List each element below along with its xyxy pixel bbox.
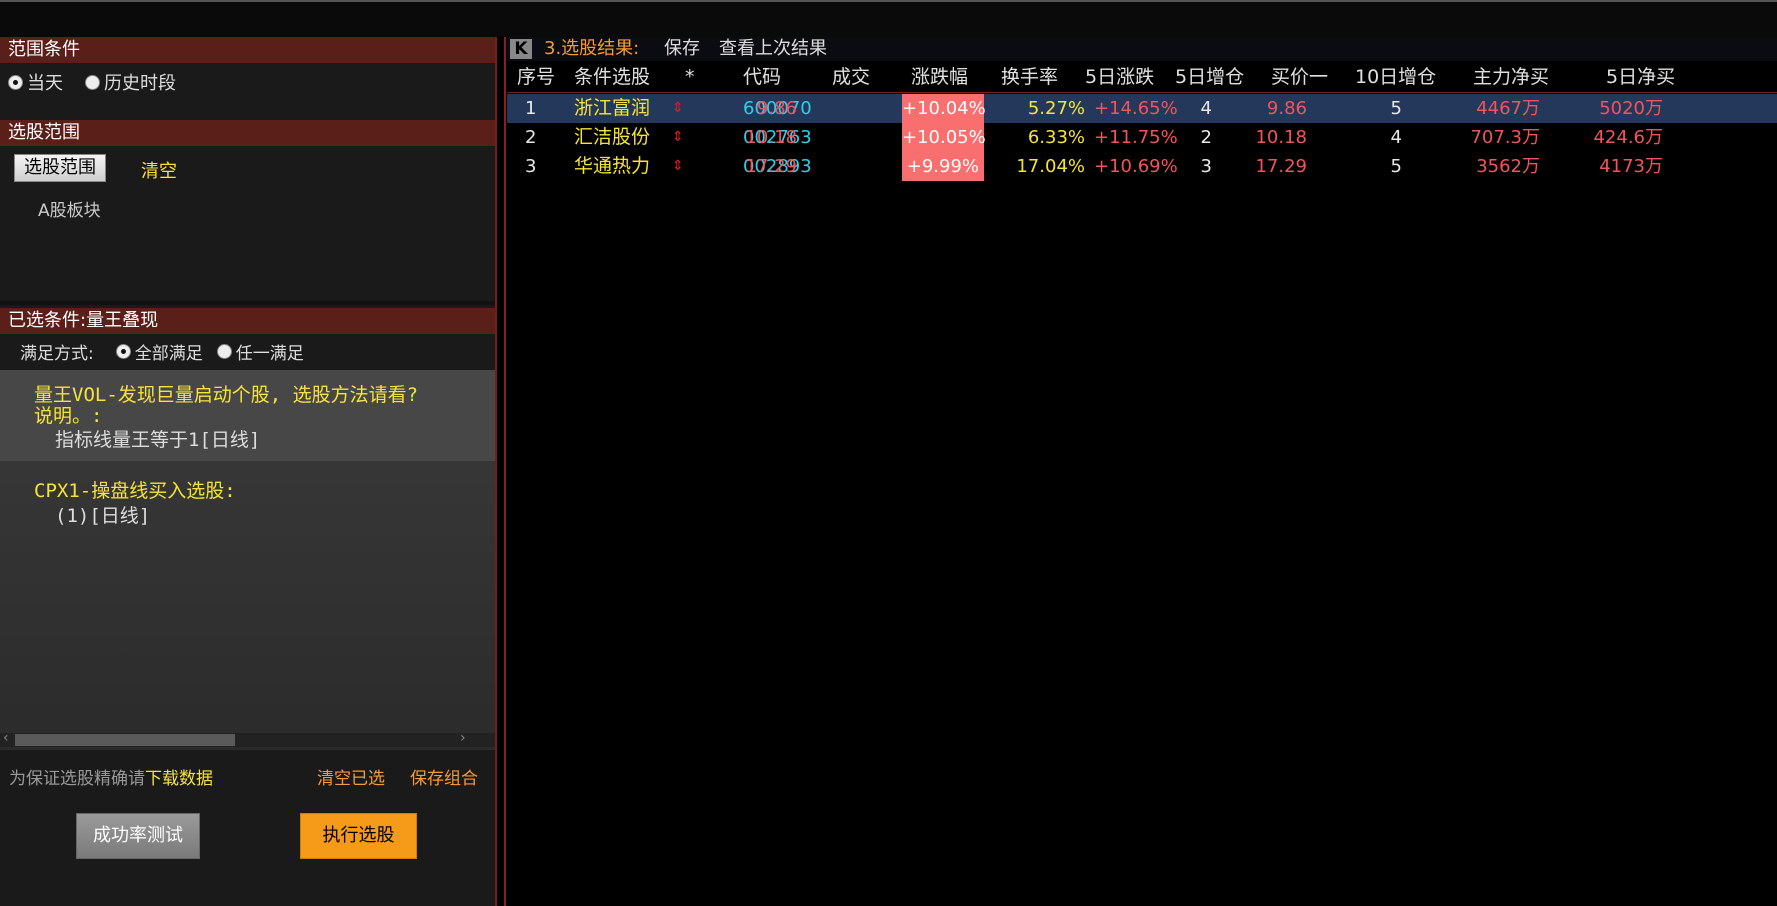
stock-name[interactable]: 华通热力 (574, 152, 650, 181)
col-index[interactable]: 序号 (517, 61, 555, 93)
col-5d-net[interactable]: 5日净买 (1606, 61, 1675, 93)
change-pct: +10.04% (902, 94, 986, 123)
change-pct: +10.05% (902, 123, 986, 152)
net-main: 3562万 (1476, 156, 1540, 177)
col-5d-add[interactable]: 5日增仓 (1175, 61, 1244, 93)
stock-name[interactable]: 浙江富润 (574, 94, 650, 123)
turnover: 5.27% (1027, 98, 1085, 119)
net-main: 4467万 (1476, 98, 1540, 119)
up-down-arrow-icon: ⇕ (672, 158, 684, 174)
add-5d: 2 (1200, 127, 1212, 148)
divider (0, 301, 495, 305)
radio-history[interactable] (85, 74, 100, 90)
col-bid1[interactable]: 买价一 (1271, 61, 1328, 93)
condition-list[interactable]: 量王VOL-发现巨量启动个股, 选股方法请看? 说明。: 指标线量王等于1[日线… (0, 370, 495, 770)
bid1: 17.29 (1255, 156, 1307, 177)
bid1: 10.18 (1255, 127, 1307, 148)
radio-all-label[interactable]: 全部满足 (135, 339, 203, 364)
price: 10.18 (745, 127, 797, 148)
stock-name[interactable]: 汇洁股份 (574, 123, 650, 152)
condition-1-line-3: 指标线量王等于1[日线] (55, 429, 261, 451)
add-10d: 5 (1390, 156, 1402, 177)
range-options: 当天 历史时段 (8, 69, 176, 95)
radio-any-label[interactable]: 任一满足 (236, 339, 304, 364)
row-index: 3 (525, 156, 537, 177)
radio-all[interactable] (115, 343, 131, 359)
price: 17.29 (745, 156, 797, 177)
clear-range-button[interactable]: 清空 (141, 157, 177, 183)
turnover: 6.33% (1027, 127, 1085, 148)
radio-today[interactable] (8, 74, 23, 90)
clear-selected-link[interactable]: 清空已选 (317, 764, 385, 789)
condition-2-line-2: (1)[日线] (55, 505, 151, 527)
col-price[interactable]: 成交 (832, 61, 870, 93)
condition-2-line-1: CPX1-操盘线买入选股: (34, 480, 236, 502)
table-row[interactable]: 2 汇洁股份 ⇕ 002763 10.18 +10.05% 6.33% +11.… (507, 123, 1777, 152)
col-10d-add[interactable]: 10日增仓 (1355, 61, 1436, 93)
col-5d-change[interactable]: 5日涨跌 (1085, 61, 1154, 93)
change-5d: +10.69% (1094, 156, 1178, 177)
panel-splitter[interactable] (495, 37, 507, 906)
table-row[interactable]: 1 浙江富润 ⇕ 600070 9.86 +10.04% 5.27% +14.6… (507, 94, 1777, 123)
scroll-right-icon[interactable]: › (460, 730, 466, 746)
turnover: 17.04% (1016, 156, 1085, 177)
col-code[interactable]: 代码 (743, 61, 781, 93)
left-panel: 范围条件 当天 历史时段 选股范围 选股范围 清空 A股板块 已选条件:量王叠现… (0, 37, 495, 906)
row-index: 1 (525, 98, 537, 119)
top-bar (0, 0, 1777, 37)
bid1: 9.86 (1266, 98, 1307, 119)
add-5d: 3 (1200, 156, 1212, 177)
add-10d: 4 (1390, 127, 1402, 148)
range-condition-title: 范围条件 (0, 37, 495, 63)
change-5d: +14.65% (1094, 98, 1178, 119)
radio-today-label[interactable]: 当天 (27, 69, 63, 95)
condition-1-line-2: 说明。: (34, 405, 103, 427)
results-table-header: 序号 条件选股 * 代码 成交 涨跌幅 换手率 5日涨跌 5日增仓 买价一 10… (507, 61, 1777, 93)
bottom-actions: 为保证选股精确请下载数据 清空已选 保存组合 成功率测试 执行选股 (0, 750, 495, 906)
satisfy-mode-row: 满足方式: 全部满足 任一满足 (20, 338, 304, 364)
view-last-results-button[interactable]: 查看上次结果 (719, 37, 827, 61)
scroll-left-icon[interactable]: ‹ (3, 730, 9, 746)
execute-selection-button[interactable]: 执行选股 (300, 813, 417, 859)
col-star[interactable]: * (685, 61, 695, 93)
change-5d: +11.75% (1094, 127, 1178, 148)
a-share-sector-item[interactable]: A股板块 (38, 196, 101, 221)
add-10d: 5 (1390, 98, 1402, 119)
k-chart-icon[interactable]: K (510, 39, 532, 59)
radio-history-label[interactable]: 历史时段 (104, 69, 176, 95)
net-5d: 4173万 (1599, 156, 1663, 177)
select-range-button[interactable]: 选股范围 (14, 154, 106, 182)
price: 9.86 (756, 98, 797, 119)
add-5d: 4 (1200, 98, 1212, 119)
selected-conditions-title: 已选条件:量王叠现 (0, 308, 495, 334)
col-change-pct[interactable]: 涨跌幅 (911, 61, 968, 93)
stock-range-title: 选股范围 (0, 120, 495, 146)
net-main: 707.3万 (1470, 127, 1540, 148)
results-title: 3.选股结果: (544, 38, 640, 59)
scrollbar-thumb[interactable] (15, 734, 235, 746)
up-down-arrow-icon: ⇕ (672, 100, 684, 116)
table-row[interactable]: 3 华通热力 ⇕ 002893 17.29 +9.99% 17.04% +10.… (507, 152, 1777, 181)
col-turnover[interactable]: 换手率 (1001, 61, 1058, 93)
success-rate-test-button[interactable]: 成功率测试 (76, 813, 200, 859)
change-pct: +9.99% (902, 152, 984, 181)
row-index: 2 (525, 127, 537, 148)
results-toolbar: K 3.选股结果: 保存 查看上次结果 (507, 37, 1777, 61)
download-data-link[interactable]: 下载数据 (145, 769, 213, 789)
up-down-arrow-icon: ⇕ (672, 129, 684, 145)
download-hint: 为保证选股精确请 (9, 769, 145, 789)
horizontal-scrollbar[interactable]: ‹ › (0, 730, 495, 747)
net-5d: 424.6万 (1593, 127, 1663, 148)
col-net-main[interactable]: 主力净买 (1473, 61, 1549, 93)
net-5d: 5020万 (1599, 98, 1663, 119)
results-panel: K 3.选股结果: 保存 查看上次结果 序号 条件选股 * 代码 成交 涨跌幅 … (507, 37, 1777, 906)
radio-any[interactable] (216, 343, 232, 359)
col-condition[interactable]: 条件选股 (574, 61, 650, 93)
save-combo-link[interactable]: 保存组合 (410, 764, 478, 789)
satisfy-mode-label: 满足方式: (20, 343, 94, 364)
save-results-button[interactable]: 保存 (664, 37, 700, 61)
